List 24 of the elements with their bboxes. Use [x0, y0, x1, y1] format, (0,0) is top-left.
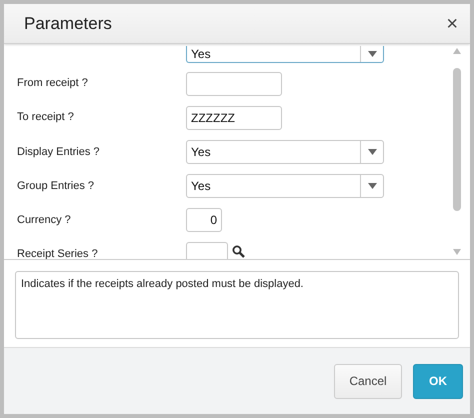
field-label: Group Entries ? [17, 179, 96, 192]
dropdown[interactable]: Yes [186, 46, 384, 63]
window-title: Parameters [24, 14, 112, 34]
dropdown[interactable]: Yes [186, 174, 384, 198]
text-field[interactable]: ZZZZZZ [186, 106, 282, 130]
search-icon[interactable] [232, 245, 245, 258]
number-field[interactable]: 0 [186, 208, 222, 232]
close-button[interactable]: × [446, 14, 458, 34]
scroll-down-icon[interactable] [453, 249, 461, 255]
dropdown[interactable]: Yes [186, 140, 384, 164]
text-field[interactable] [186, 72, 282, 96]
scrollbar-thumb[interactable] [453, 68, 461, 211]
cancel-button[interactable]: Cancel [334, 364, 402, 398]
caret-icon [368, 51, 376, 57]
field-label: To receipt ? [17, 110, 75, 123]
field-label: Receipt Series ? [17, 247, 99, 259]
field-label: Currency ? [17, 213, 72, 226]
caret-icon [368, 183, 376, 189]
field-label: From receipt ? [17, 76, 89, 89]
field-label: Display Entries ? [17, 145, 101, 158]
caret-icon [368, 149, 376, 155]
scroll-up-icon[interactable] [453, 48, 461, 54]
text-field[interactable] [186, 242, 228, 259]
description-text: Indicates if the receipts already posted must be displayed. [15, 271, 459, 339]
